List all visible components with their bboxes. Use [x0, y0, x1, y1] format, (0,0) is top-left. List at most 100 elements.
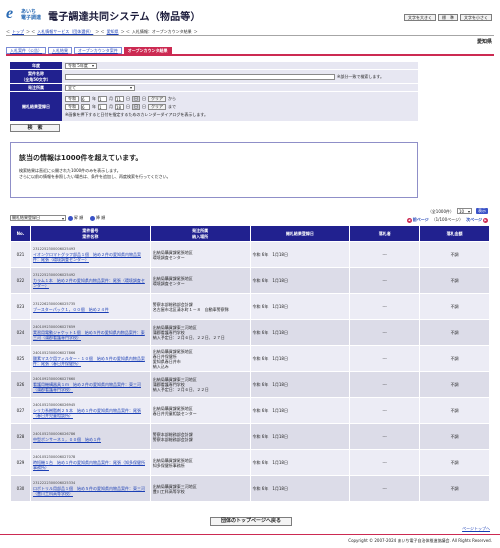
case-name-link[interactable]: ロボトリル用部品１個 始め５件の愛知県内物品案件：東三河（豊川工科高等学校）: [33, 486, 148, 496]
app-title: 電子調達共同システム（物品等）: [48, 12, 201, 23]
to-era-select[interactable]: 令和: [65, 103, 79, 110]
breadcrumb-pref[interactable]: 愛知県: [107, 29, 119, 35]
from-month-select[interactable]: 1: [98, 95, 107, 102]
from-year-select[interactable]: 6: [81, 95, 90, 102]
table-row: 022 2312252300006025492 カラム１本 始め２件の愛知県内物品案…: [10, 267, 490, 294]
dept-cell: 出納局購買課東三河地区 蒲郡看護専門学校 納入予定日：２月６日、２２日、２７日: [149, 319, 251, 346]
breadcrumb-top[interactable]: トップ: [12, 29, 24, 35]
case-name-link[interactable]: 看護用機構器具１ｍ 始め２件の愛知県内物品案件：東三河（蒲郡看護専門学校）: [33, 382, 148, 392]
logo: e あいち 電子調達: [6, 6, 46, 24]
results-table: No. 案件番号 案件名称 発注所属 納入場所 開札結果登録日 落札者 落札金額…: [10, 225, 490, 502]
tab-oc-results[interactable]: オープンカウンタ結果: [123, 47, 172, 54]
table-row: 029 2401052300006027078 時短機１台 始め１件の愛知県内物品案…: [10, 449, 490, 476]
copyright: Copyright © 2007-2024 あいち電子自治体推進協議会. All…: [348, 538, 492, 543]
prev-page-link[interactable]: ◀ 前ページ: [406, 217, 429, 223]
case-name-link[interactable]: 実習用電動ジャケット１個 始め５件の愛知県内物品案件：東三河（蒲郡看護専門学校）: [33, 330, 148, 340]
amount-cell: 不調: [419, 449, 490, 476]
row-no: 027: [10, 397, 31, 424]
per-page-button[interactable]: 表示: [476, 208, 488, 214]
to-month-select[interactable]: 1: [98, 103, 107, 110]
case-name-link[interactable]: 時短機１台 始め１件の愛知県内物品案件：尾張（知多保健所事務所）: [33, 460, 148, 470]
date-cell: 令和 6年 1月18日: [249, 397, 351, 424]
dept-label: 発注所属: [10, 84, 62, 91]
row-no: 030: [10, 475, 31, 502]
chevron-down-icon: ▾: [61, 215, 64, 221]
tab-bid-cases[interactable]: 入札案件（公告）: [6, 47, 46, 54]
sort-desc-radio[interactable]: 降 順: [90, 215, 105, 221]
back-to-top-button[interactable]: 団体のトップページへ戻る: [210, 517, 292, 526]
from-day-select[interactable]: 11: [115, 95, 124, 102]
breadcrumb: ＜トップ＞ ＜ 入札情報サービス（団体選択）＞ ＜ 愛知県＞ ＜ 入札情報：オー…: [6, 28, 494, 36]
page-info: （1/100ページ）: [431, 217, 464, 222]
row-no: 023: [10, 293, 31, 320]
pager: ◀ 前ページ （1/100ページ） 次ページ ▶: [406, 217, 488, 223]
case-name-input[interactable]: [65, 73, 335, 80]
sort-asc-radio[interactable]: 昇 順: [68, 215, 83, 221]
winner-cell: ---: [349, 293, 421, 320]
dept-cell: 出納局購買課尾張地区 春日井保健所 愛知県春日井市 納入込み: [149, 345, 251, 372]
search-button[interactable]: 検 索: [10, 124, 60, 132]
from-clear-button[interactable]: クリア: [148, 95, 166, 102]
date-label: 開札結果登録日: [10, 92, 62, 121]
logo-e-icon: e: [6, 5, 14, 22]
row-no: 028: [10, 423, 31, 450]
winner-cell: ---: [349, 423, 421, 450]
dept-cell: 出納局購買課尾張地区 環境調査センター: [149, 241, 251, 268]
breadcrumb-service[interactable]: 入札情報サービス（団体選択）: [37, 29, 93, 35]
date-cell: 令和 6年 1月18日: [249, 241, 351, 268]
arrow-right-icon: ▶: [483, 217, 488, 223]
case-name-link[interactable]: 酸素マスク用フィルター・１０個 始め５件の愛知県内物品案件：尾張（春日井保健所）: [33, 356, 148, 366]
dept-select[interactable]: 全て ▾: [65, 84, 135, 91]
case-name-note: ※部分一致で検索します。: [337, 73, 384, 79]
to-year-select[interactable]: 6: [81, 103, 90, 110]
col-dept: 発注所属 納入場所: [149, 225, 251, 242]
search-form: 年度 令和 5年度 ▾ 案件名称 （全角50文字） ※部分一致で検索します。 発注…: [10, 62, 418, 122]
tab-oc-cases[interactable]: オープンカウンタ案件: [74, 47, 122, 54]
year-select[interactable]: 令和 5年度 ▾: [65, 62, 97, 69]
amount-cell: 不調: [419, 241, 490, 268]
font-standard-button[interactable]: 標 準: [438, 14, 458, 21]
radio-icon: [68, 215, 73, 221]
amount-cell: 不調: [419, 397, 490, 424]
case-name-link[interactable]: ブースターパック１，００個 始め２４件: [33, 307, 148, 312]
case-name-link[interactable]: シリカ系樹脂剤２５本 始め１件の愛知県内物品案件：尾張（春日井児童相談所）: [33, 408, 148, 418]
footer: Copyright © 2007-2024 あいち電子自治体推進協議会. All…: [0, 534, 500, 548]
table-row: 024 2401092300006027659 実習用電動ジャケット１個 始め５件の…: [10, 319, 490, 346]
table-row: 026 2401092300006027660 看護用機構器具１ｍ 始め２件の愛知県…: [10, 371, 490, 398]
from-era-select[interactable]: 令和: [65, 95, 79, 102]
from-calendar-icon[interactable]: 日: [132, 95, 140, 102]
dept-cell: 出納局購買課尾張地区 春日井児童相談センター: [149, 397, 251, 424]
dept-cell: 警察本部総務部会計課 警察本部総務部会計課: [149, 423, 251, 450]
amount-cell: 不調: [419, 371, 490, 398]
col-date: 開札結果登録日: [249, 225, 351, 242]
dept-cell: 警察本部総務部会計課 名古屋市北区清水町１－８ 自動車警察隊: [149, 293, 251, 320]
next-page-link[interactable]: 次ページ ▶: [466, 217, 488, 223]
to-clear-button[interactable]: クリア: [148, 103, 166, 110]
case-name-link[interactable]: イオンクロマトグラフ部品１個 始め２件の愛知県内物品案件：尾張（環境調査センター…: [33, 252, 148, 262]
date-cell: 令和 6年 1月18日: [249, 267, 351, 294]
sort-select[interactable]: 開札結果登録日 ▾: [10, 215, 66, 221]
font-large-button[interactable]: 文字を大きく: [404, 14, 436, 21]
winner-cell: ---: [349, 241, 421, 268]
date-cell: 令和 6年 1月18日: [249, 371, 351, 398]
font-small-button[interactable]: 文字を小さく: [460, 14, 492, 21]
to-calendar-icon[interactable]: 日: [132, 103, 140, 110]
amount-cell: 不調: [419, 475, 490, 502]
notice-box: 該当の情報は1000件を超えています。 検索結果は直近に公開された1000件のみ…: [10, 142, 418, 198]
page-top-link[interactable]: ページトップへ: [462, 526, 490, 532]
winner-cell: ---: [349, 345, 421, 372]
per-page-select[interactable]: 10 ▾: [457, 208, 472, 214]
case-name-link[interactable]: カラム１本 始め２件の愛知県内物品案件：尾張（環境調査センター）: [33, 278, 148, 288]
to-day-select[interactable]: 18: [115, 103, 124, 110]
dept-cell: 出納局購買課東三河地区 豊川工科高等学校: [149, 475, 251, 502]
case-name-link[interactable]: 中型ボンサーネ１，００個 始め１件: [33, 437, 148, 442]
winner-cell: ---: [349, 397, 421, 424]
col-amount: 落札金額: [419, 225, 490, 242]
result-controls: 開札結果登録日 ▾ 昇 順 降 順 （全1000件） 10 ▾ 表示 ◀ 前ページ （…: [10, 208, 490, 223]
case-name-label: 案件名称 （全角50文字）: [10, 70, 62, 83]
col-no: No.: [10, 225, 31, 242]
tab-bid-results[interactable]: 入札結果: [48, 47, 72, 54]
winner-cell: ---: [349, 475, 421, 502]
breadcrumb-current: 入札情報：オープンカウンタ結果: [131, 28, 192, 34]
tabs: 入札案件（公告） 入札結果 オープンカウンタ案件 オープンカウンタ結果: [6, 47, 172, 54]
